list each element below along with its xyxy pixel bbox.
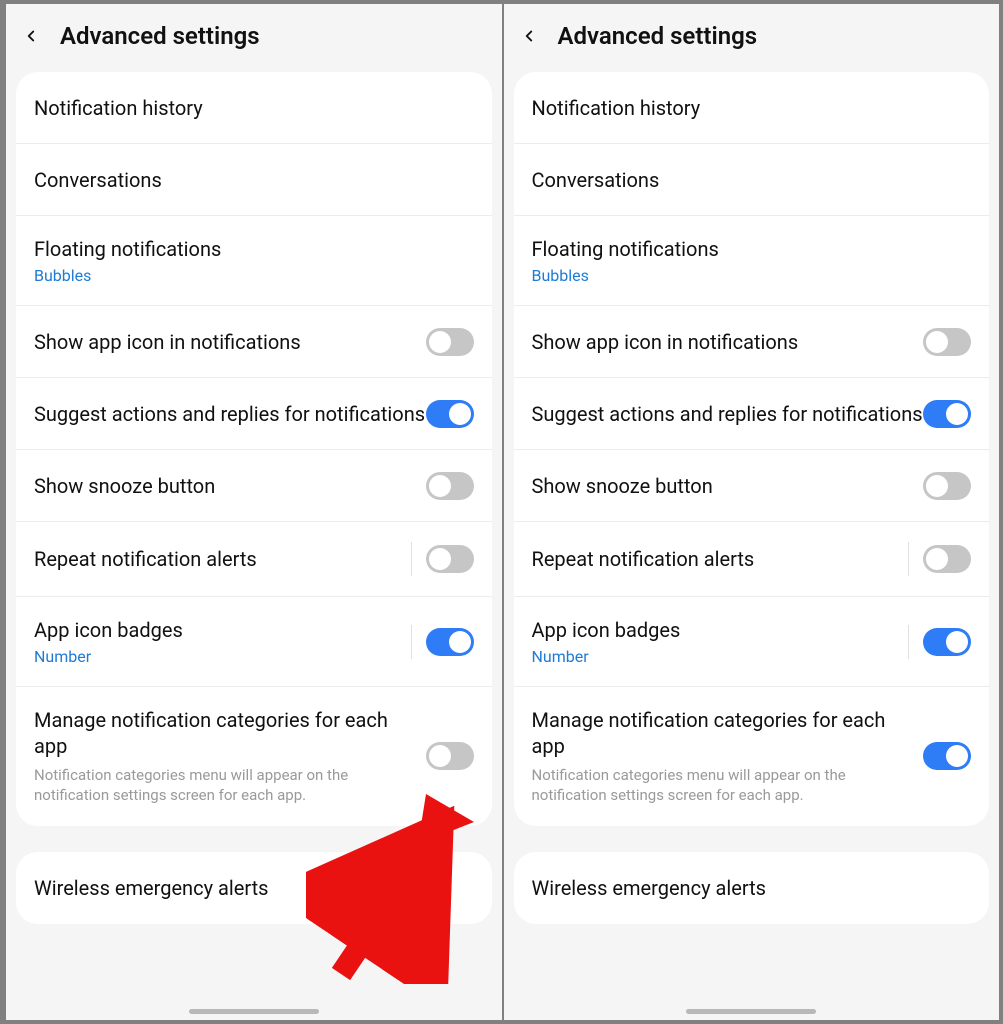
row-title: Show app icon in notifications [34,329,426,355]
settings-card: Notification history Conversations Float… [16,72,492,826]
row-show-app-icon[interactable]: Show app icon in notifications [514,306,990,378]
row-title: Notification history [532,95,972,121]
row-title: Show snooze button [532,473,924,499]
page-title: Advanced settings [558,22,758,50]
row-wireless-alerts[interactable]: Wireless emergency alerts [514,852,990,924]
row-manage-categories[interactable]: Manage notification categories for each … [16,687,492,826]
settings-card: Notification history Conversations Float… [514,72,990,826]
toggle-app-icon-badges[interactable] [923,628,971,656]
back-icon[interactable] [20,25,42,47]
row-app-icon-badges[interactable]: App icon badges Number [16,597,492,687]
toggle-app-icon-badges[interactable] [426,628,474,656]
row-show-snooze[interactable]: Show snooze button [514,450,990,522]
back-icon[interactable] [518,25,540,47]
row-title: Show app icon in notifications [532,329,924,355]
row-wireless-alerts[interactable]: Wireless emergency alerts [16,852,492,924]
header: Advanced settings [504,4,1000,72]
row-sub: Bubbles [532,266,972,285]
separator [411,542,412,576]
row-sub: Number [34,647,411,666]
toggle-show-app-icon[interactable] [923,328,971,356]
row-show-app-icon[interactable]: Show app icon in notifications [16,306,492,378]
row-conversations[interactable]: Conversations [16,144,492,216]
row-title: Suggest actions and replies for notifica… [532,401,924,427]
row-title: Show snooze button [34,473,426,499]
row-title: Floating notifications [532,236,972,262]
row-show-snooze[interactable]: Show snooze button [16,450,492,522]
row-title: Wireless emergency alerts [34,875,474,901]
row-sub: Bubbles [34,266,474,285]
row-title: Repeat notification alerts [532,546,909,572]
row-title: Repeat notification alerts [34,546,411,572]
separator [411,625,412,659]
row-floating-notifications[interactable]: Floating notifications Bubbles [16,216,492,306]
separator [908,542,909,576]
row-title: Floating notifications [34,236,474,262]
toggle-repeat-alerts[interactable] [923,545,971,573]
page-title: Advanced settings [60,22,260,50]
row-notification-history[interactable]: Notification history [514,72,990,144]
toggle-show-snooze[interactable] [923,472,971,500]
home-indicator[interactable] [189,1009,319,1014]
row-suggest-actions[interactable]: Suggest actions and replies for notifica… [16,378,492,450]
header: Advanced settings [6,4,502,72]
toggle-manage-categories[interactable] [426,742,474,770]
toggle-show-app-icon[interactable] [426,328,474,356]
separator [908,625,909,659]
row-repeat-alerts[interactable]: Repeat notification alerts [16,522,492,597]
row-suggest-actions[interactable]: Suggest actions and replies for notifica… [514,378,990,450]
settings-card-2: Wireless emergency alerts [16,852,492,924]
row-conversations[interactable]: Conversations [514,144,990,216]
row-title: Manage notification categories for each … [532,707,924,759]
row-floating-notifications[interactable]: Floating notifications Bubbles [514,216,990,306]
row-desc: Notification categories menu will appear… [34,765,404,806]
toggle-suggest-actions[interactable] [923,400,971,428]
row-title: Manage notification categories for each … [34,707,426,759]
toggle-suggest-actions[interactable] [426,400,474,428]
row-app-icon-badges[interactable]: App icon badges Number [514,597,990,687]
toggle-manage-categories[interactable] [923,742,971,770]
row-repeat-alerts[interactable]: Repeat notification alerts [514,522,990,597]
toggle-show-snooze[interactable] [426,472,474,500]
row-sub: Number [532,647,909,666]
home-indicator[interactable] [686,1009,816,1014]
screen-right: Advanced settings Notification history C… [502,4,1000,1020]
row-title: Conversations [532,167,972,193]
row-manage-categories[interactable]: Manage notification categories for each … [514,687,990,826]
row-title: Notification history [34,95,474,121]
row-notification-history[interactable]: Notification history [16,72,492,144]
row-title: App icon badges [532,617,909,643]
row-title: Conversations [34,167,474,193]
toggle-repeat-alerts[interactable] [426,545,474,573]
screen-left: Advanced settings Notification history C… [4,4,502,1020]
row-title: Wireless emergency alerts [532,875,972,901]
settings-card-2: Wireless emergency alerts [514,852,990,924]
row-desc: Notification categories menu will appear… [532,765,902,806]
row-title: Suggest actions and replies for notifica… [34,401,426,427]
row-title: App icon badges [34,617,411,643]
